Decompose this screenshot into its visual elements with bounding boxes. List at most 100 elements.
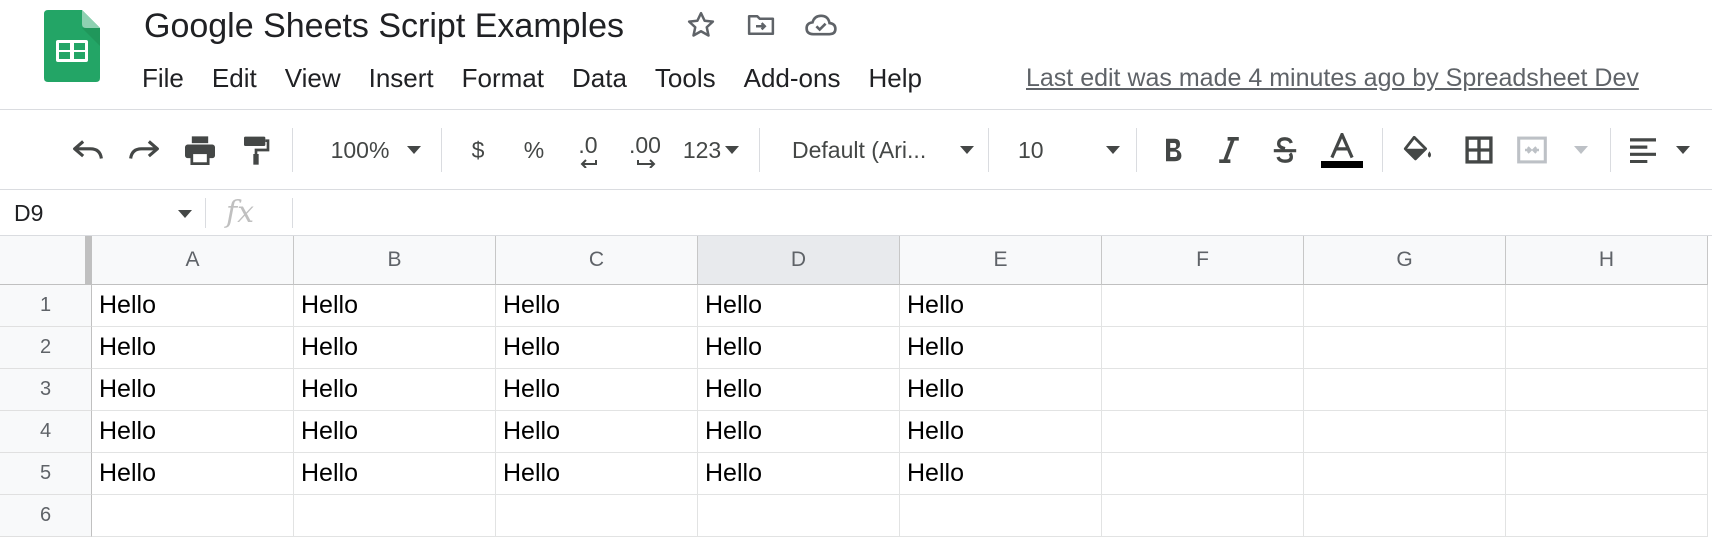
- column-header-e[interactable]: E: [900, 236, 1102, 285]
- cell-c1[interactable]: Hello: [496, 285, 698, 327]
- cell-b6[interactable]: [294, 495, 496, 537]
- cell-d5[interactable]: Hello: [698, 453, 900, 495]
- cell-g1[interactable]: [1304, 285, 1506, 327]
- currency-format-button[interactable]: $: [462, 130, 494, 170]
- horizontal-align-icon[interactable]: [1628, 130, 1690, 170]
- column-header-h[interactable]: H: [1506, 236, 1708, 285]
- cell-c3[interactable]: Hello: [496, 369, 698, 411]
- cell-b2[interactable]: Hello: [294, 327, 496, 369]
- move-to-folder-icon[interactable]: [744, 8, 778, 42]
- cell-d3[interactable]: Hello: [698, 369, 900, 411]
- menu-add-ons[interactable]: Add-ons: [730, 58, 855, 98]
- text-color-icon[interactable]: [1320, 130, 1364, 170]
- menu-file[interactable]: File: [128, 58, 198, 98]
- undo-icon[interactable]: [66, 130, 110, 170]
- merge-cells-icon[interactable]: [1516, 130, 1588, 170]
- cell-d4[interactable]: Hello: [698, 411, 900, 453]
- name-box[interactable]: D9: [14, 190, 43, 236]
- cell-d2[interactable]: Hello: [698, 327, 900, 369]
- cell-a5[interactable]: Hello: [92, 453, 294, 495]
- font-family-select[interactable]: Default (Ari...: [792, 130, 974, 170]
- star-icon[interactable]: [684, 8, 718, 42]
- cell-d1[interactable]: Hello: [698, 285, 900, 327]
- borders-icon[interactable]: [1462, 130, 1496, 170]
- cell-d6[interactable]: [698, 495, 900, 537]
- font-size-select[interactable]: 10: [1018, 130, 1120, 170]
- cell-a1[interactable]: Hello: [92, 285, 294, 327]
- fill-color-icon[interactable]: [1398, 130, 1438, 170]
- decrease-decimal-button[interactable]: .0: [568, 130, 608, 170]
- increase-decimal-button[interactable]: .00: [622, 130, 668, 170]
- cell-a6[interactable]: [92, 495, 294, 537]
- menu-format[interactable]: Format: [448, 58, 558, 98]
- column-header-c[interactable]: C: [496, 236, 698, 285]
- cell-h3[interactable]: [1506, 369, 1708, 411]
- cell-g3[interactable]: [1304, 369, 1506, 411]
- paint-format-icon[interactable]: [236, 130, 276, 170]
- cell-a2[interactable]: Hello: [92, 327, 294, 369]
- cell-f3[interactable]: [1102, 369, 1304, 411]
- column-header-g[interactable]: G: [1304, 236, 1506, 285]
- italic-icon[interactable]: [1212, 130, 1246, 170]
- cell-f1[interactable]: [1102, 285, 1304, 327]
- cell-c5[interactable]: Hello: [496, 453, 698, 495]
- row-header-4[interactable]: 4: [0, 411, 92, 453]
- cell-b4[interactable]: Hello: [294, 411, 496, 453]
- row-header-6[interactable]: 6: [0, 495, 92, 537]
- row-header-1[interactable]: 1: [0, 285, 92, 327]
- menu-insert[interactable]: Insert: [355, 58, 448, 98]
- cell-f5[interactable]: [1102, 453, 1304, 495]
- cell-b5[interactable]: Hello: [294, 453, 496, 495]
- bold-icon[interactable]: [1156, 130, 1190, 170]
- column-header-f[interactable]: F: [1102, 236, 1304, 285]
- column-header-b[interactable]: B: [294, 236, 496, 285]
- redo-icon[interactable]: [122, 130, 166, 170]
- spreadsheet-grid[interactable]: A B C D E F G H 1 Hello Hello Hello Hello Hello 2 Hello…: [0, 236, 1712, 544]
- cell-h4[interactable]: [1506, 411, 1708, 453]
- select-all-corner[interactable]: [0, 236, 92, 285]
- column-header-d[interactable]: D: [698, 236, 900, 285]
- menu-tools[interactable]: Tools: [641, 58, 730, 98]
- percent-format-button[interactable]: %: [518, 130, 550, 170]
- cell-g6[interactable]: [1304, 495, 1506, 537]
- cell-g4[interactable]: [1304, 411, 1506, 453]
- cell-a3[interactable]: Hello: [92, 369, 294, 411]
- cell-c6[interactable]: [496, 495, 698, 537]
- menu-edit[interactable]: Edit: [198, 58, 271, 98]
- cell-e4[interactable]: Hello: [900, 411, 1102, 453]
- cell-h6[interactable]: [1506, 495, 1708, 537]
- cell-g5[interactable]: [1304, 453, 1506, 495]
- cell-e5[interactable]: Hello: [900, 453, 1102, 495]
- cell-h2[interactable]: [1506, 327, 1708, 369]
- cell-h5[interactable]: [1506, 453, 1708, 495]
- strikethrough-icon[interactable]: [1268, 130, 1302, 170]
- menu-help[interactable]: Help: [854, 58, 935, 98]
- cell-a4[interactable]: Hello: [92, 411, 294, 453]
- column-header-a[interactable]: A: [92, 236, 294, 285]
- chevron-down-icon[interactable]: [178, 210, 192, 218]
- cell-c2[interactable]: Hello: [496, 327, 698, 369]
- zoom-select[interactable]: 100%: [318, 130, 434, 170]
- more-formats-button[interactable]: 123: [678, 130, 744, 170]
- sheets-logo-icon[interactable]: [44, 10, 100, 82]
- cell-f6[interactable]: [1102, 495, 1304, 537]
- menu-data[interactable]: Data: [558, 58, 641, 98]
- cell-c4[interactable]: Hello: [496, 411, 698, 453]
- row-header-5[interactable]: 5: [0, 453, 92, 495]
- menu-view[interactable]: View: [271, 58, 355, 98]
- cell-g2[interactable]: [1304, 327, 1506, 369]
- cell-e6[interactable]: [900, 495, 1102, 537]
- cloud-saved-icon[interactable]: [804, 8, 838, 42]
- cell-h1[interactable]: [1506, 285, 1708, 327]
- row-header-3[interactable]: 3: [0, 369, 92, 411]
- row-header-2[interactable]: 2: [0, 327, 92, 369]
- formula-input[interactable]: [300, 194, 1700, 232]
- cell-e2[interactable]: Hello: [900, 327, 1102, 369]
- cell-e1[interactable]: Hello: [900, 285, 1102, 327]
- cell-b1[interactable]: Hello: [294, 285, 496, 327]
- cell-b3[interactable]: Hello: [294, 369, 496, 411]
- document-title[interactable]: Google Sheets Script Examples: [144, 4, 624, 48]
- print-icon[interactable]: [178, 130, 222, 170]
- cell-f4[interactable]: [1102, 411, 1304, 453]
- last-edit-link[interactable]: Last edit was made 4 minutes ago by Spre…: [1026, 58, 1639, 98]
